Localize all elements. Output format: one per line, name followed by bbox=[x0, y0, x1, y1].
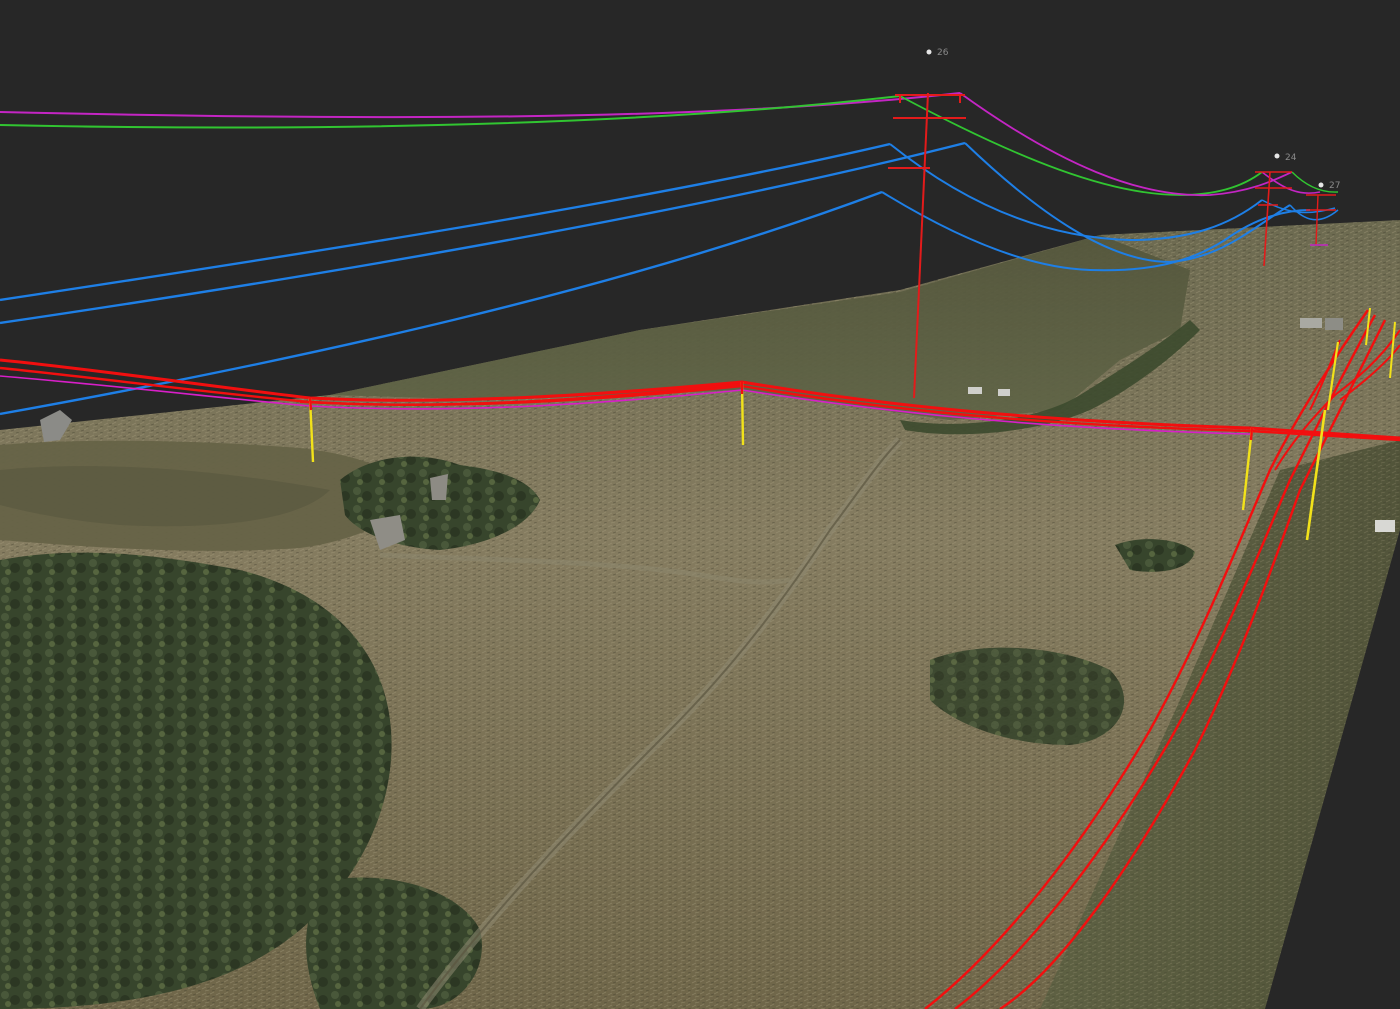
vehicle bbox=[998, 389, 1010, 396]
conductor-blue-1-east[interactable] bbox=[889, 143, 1263, 242]
conductor-blue-2[interactable] bbox=[0, 141, 966, 325]
scene-canvas[interactable]: 26 24 27 bbox=[0, 0, 1400, 1009]
farm-building bbox=[1300, 318, 1322, 328]
3d-viewport[interactable]: 26 24 27 bbox=[0, 0, 1400, 1009]
vehicle bbox=[968, 387, 982, 394]
conductor-green-west[interactable] bbox=[0, 95, 901, 129]
tower-marker[interactable] bbox=[926, 49, 932, 55]
conductor-magenta-east[interactable] bbox=[959, 92, 1293, 197]
tower-label: 24 bbox=[1285, 153, 1297, 163]
farm-building bbox=[1325, 318, 1343, 330]
tower-marker[interactable] bbox=[1318, 182, 1324, 188]
conductor-blue-1[interactable] bbox=[0, 142, 891, 302]
tower-label: 26 bbox=[937, 48, 949, 58]
tower-marker[interactable] bbox=[1274, 153, 1280, 159]
terrain bbox=[0, 220, 1400, 1009]
conductor-magenta-far[interactable] bbox=[1261, 171, 1321, 194]
tower-label: 27 bbox=[1329, 181, 1340, 191]
mesh-patch bbox=[430, 474, 448, 500]
pole-top[interactable] bbox=[1249, 427, 1254, 441]
farm-building bbox=[1375, 520, 1395, 532]
pole-top[interactable] bbox=[308, 397, 313, 411]
